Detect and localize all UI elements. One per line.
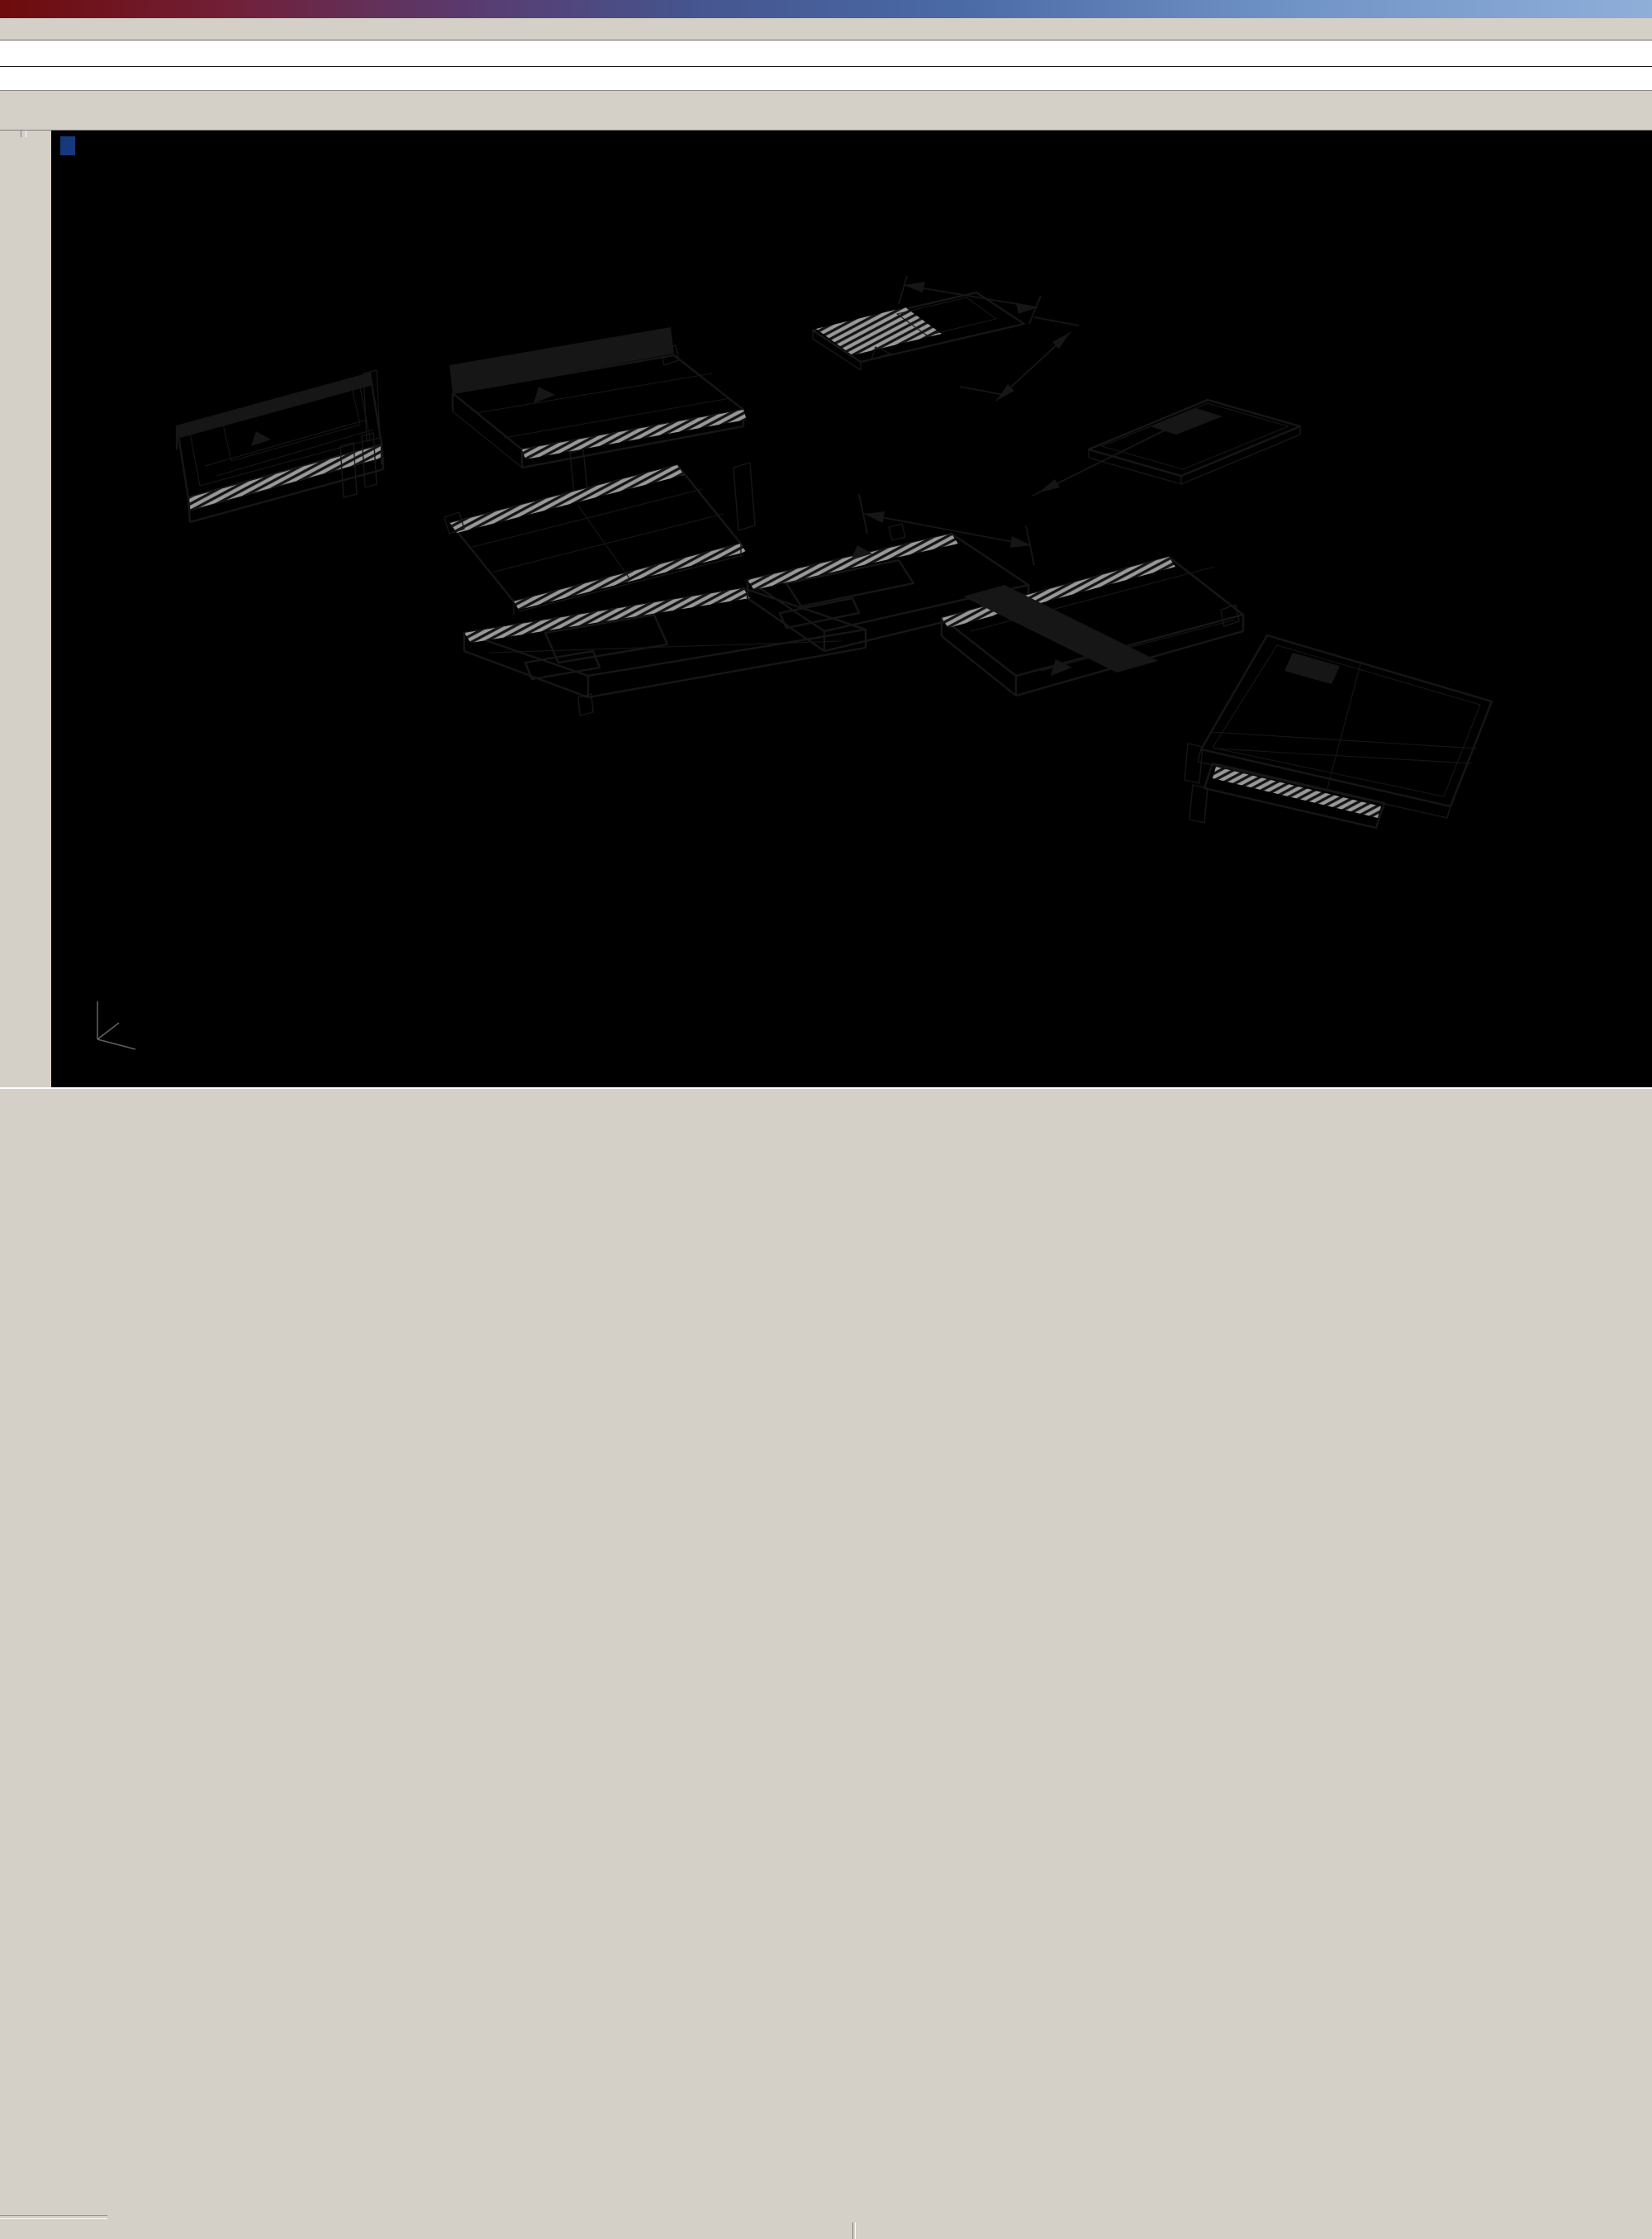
viewport-canvas[interactable] (51, 131, 1652, 1087)
dock-column-b (26, 131, 52, 137)
command-area[interactable] (0, 40, 1652, 91)
menu-bar[interactable] (0, 18, 1652, 40)
osnap-status-bar (0, 1110, 1652, 1130)
left-tool-dock (0, 131, 51, 1087)
command-prompt[interactable] (0, 67, 1652, 89)
main-toolbar (0, 89, 1652, 131)
viewport-background (51, 131, 1652, 1087)
statusbar-gutter (0, 2215, 107, 2219)
viewport-perspective[interactable] (51, 131, 1652, 1087)
viewport-title-label[interactable] (60, 136, 75, 155)
statusbar-separator (852, 2222, 856, 2239)
dock-column-a (0, 131, 21, 137)
command-history-line (0, 40, 1652, 67)
sheet-tab-row (0, 1089, 1652, 1110)
title-bar[interactable] (0, 0, 1652, 18)
